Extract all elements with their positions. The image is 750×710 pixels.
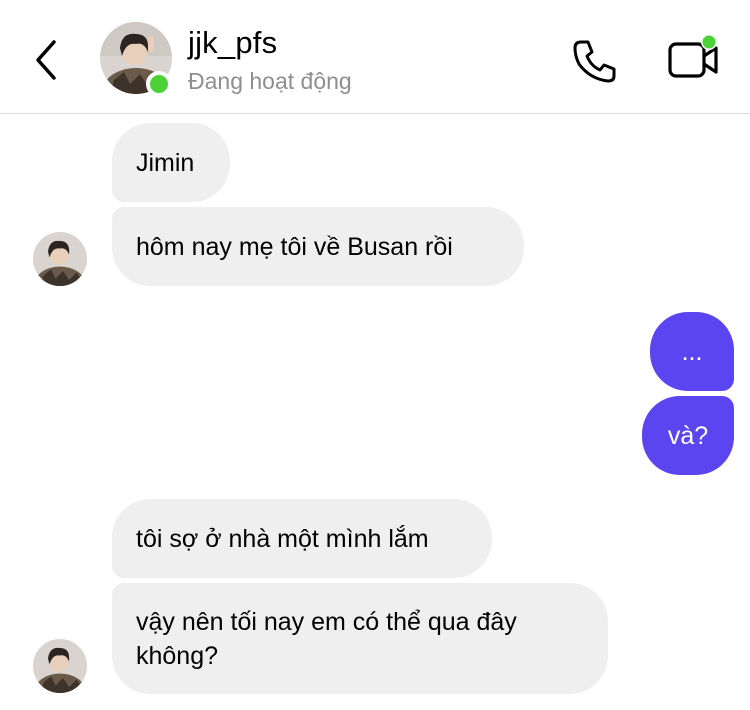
chat-header: jjk_pfs Đang hoạt động xyxy=(0,0,750,114)
sender-avatar[interactable] xyxy=(33,232,87,286)
back-button[interactable] xyxy=(30,36,66,84)
message-text: vậy nên tối nay em có thể qua đây không? xyxy=(136,607,517,670)
online-status-dot xyxy=(146,71,172,97)
message-bubble-incoming[interactable]: vậy nên tối nay em có thể qua đây không? xyxy=(112,583,608,694)
voice-call-button[interactable] xyxy=(570,36,620,86)
message-text: Jimin xyxy=(136,148,195,177)
video-call-button[interactable] xyxy=(664,34,724,84)
phone-icon xyxy=(573,40,616,83)
message-bubble-incoming[interactable]: tôi sợ ở nhà một mình lắm xyxy=(112,499,492,578)
chevron-left-icon xyxy=(36,40,56,80)
message-bubble-incoming[interactable]: Jimin xyxy=(112,123,230,202)
message-text: ... xyxy=(681,337,703,366)
message-text: hôm nay mẹ tôi về Busan rồi xyxy=(136,232,453,261)
sender-avatar[interactable] xyxy=(33,639,87,693)
message-bubble-outgoing[interactable]: và? xyxy=(642,396,734,475)
message-bubble-incoming[interactable]: hôm nay mẹ tôi về Busan rồi xyxy=(112,207,524,286)
activity-status: Đang hoạt động xyxy=(188,68,352,94)
video-camera-icon xyxy=(668,34,718,78)
contact-username[interactable]: jjk_pfs xyxy=(188,25,277,61)
message-bubble-outgoing[interactable]: ... xyxy=(650,312,734,391)
message-text: và? xyxy=(667,421,709,450)
message-text: tôi sợ ở nhà một mình lắm xyxy=(136,524,429,553)
